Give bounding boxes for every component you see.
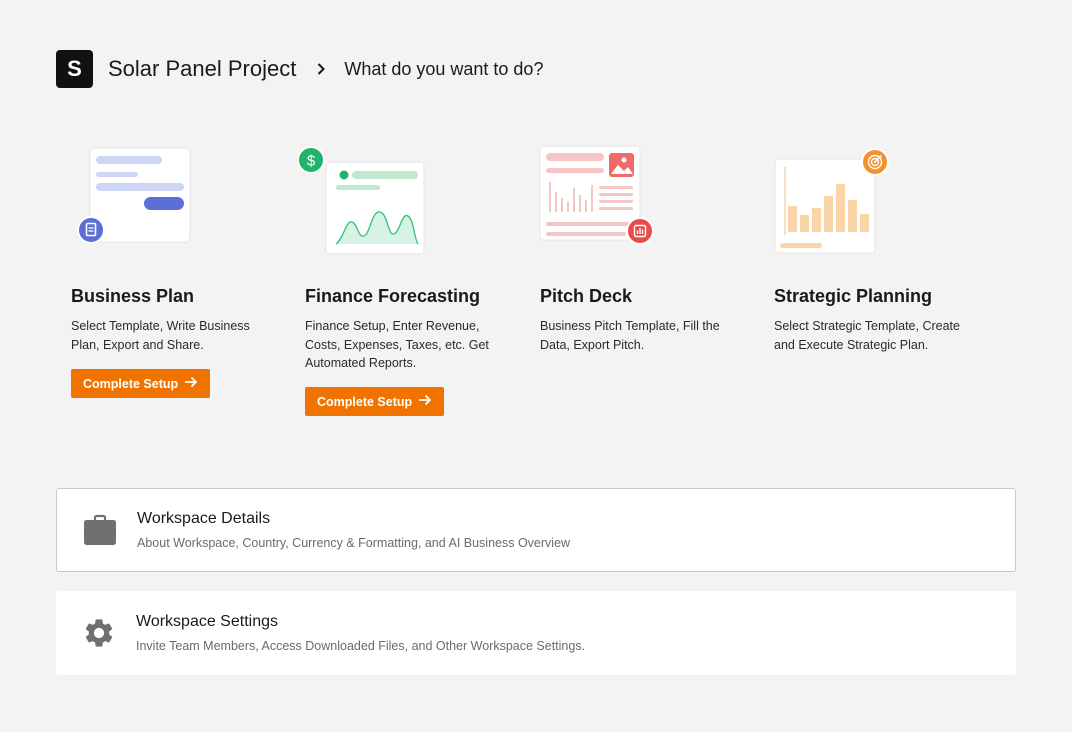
- card-description: Finance Setup, Enter Revenue, Costs, Exp…: [305, 319, 489, 370]
- button-label: Complete Setup: [317, 394, 413, 409]
- card-finance-forecasting[interactable]: $ Finance Forecasting Finance Setup, Ent…: [290, 140, 510, 416]
- arrow-right-icon: [418, 394, 432, 409]
- panel-title: Workspace Details: [137, 510, 271, 527]
- card-description: Select Strategic Template, Create and Ex…: [774, 319, 960, 352]
- card-title: Pitch Deck: [540, 286, 633, 306]
- document-icon: [77, 216, 105, 249]
- workspace-settings-panel[interactable]: Workspace Settings Invite Team Members, …: [56, 591, 1016, 675]
- panel-title: Workspace Settings: [136, 613, 278, 630]
- card-business-plan[interactable]: Business Plan Select Template, Write Bus…: [56, 140, 276, 398]
- card-title: Strategic Planning: [774, 286, 933, 306]
- complete-setup-button[interactable]: Complete Setup: [71, 369, 211, 398]
- complete-setup-button[interactable]: Complete Setup: [305, 387, 445, 416]
- svg-text:$: $: [307, 153, 316, 170]
- card-description: Business Pitch Template, Fill the Data, …: [540, 319, 720, 352]
- dollar-icon: $: [297, 146, 325, 179]
- arrow-right-icon: [184, 376, 198, 391]
- card-title: Business Plan: [71, 286, 195, 306]
- panel-description: Invite Team Members, Access Downloaded F…: [136, 639, 586, 653]
- button-label: Complete Setup: [83, 376, 179, 391]
- workspace-details-panel[interactable]: Workspace Details About Workspace, Count…: [56, 488, 1016, 572]
- panel-description: About Workspace, Country, Currency & For…: [137, 536, 571, 550]
- header: S Solar Panel Project What do you want t…: [56, 50, 543, 88]
- chart-icon: [626, 217, 654, 250]
- workspace-logo[interactable]: S: [56, 50, 93, 88]
- breadcrumb-current: What do you want to do?: [344, 58, 544, 79]
- gear-icon: [81, 615, 117, 651]
- target-icon: [861, 148, 889, 181]
- briefcase-icon: [82, 512, 118, 548]
- card-strategic-planning[interactable]: Strategic Planning Select Strategic Temp…: [759, 140, 979, 352]
- strategic-planning-illustration: [759, 140, 919, 270]
- business-plan-illustration: [56, 140, 216, 270]
- project-title[interactable]: Solar Panel Project: [108, 56, 296, 82]
- card-title: Finance Forecasting: [305, 286, 481, 306]
- finance-forecasting-illustration: $: [290, 140, 450, 270]
- card-pitch-deck[interactable]: Pitch Deck Business Pitch Template, Fill…: [525, 140, 745, 352]
- pitch-deck-illustration: [525, 140, 685, 270]
- chevron-right-icon: [314, 62, 328, 76]
- card-description: Select Template, Write Business Plan, Ex…: [71, 319, 250, 352]
- action-cards: Business Plan Select Template, Write Bus…: [56, 140, 1016, 440]
